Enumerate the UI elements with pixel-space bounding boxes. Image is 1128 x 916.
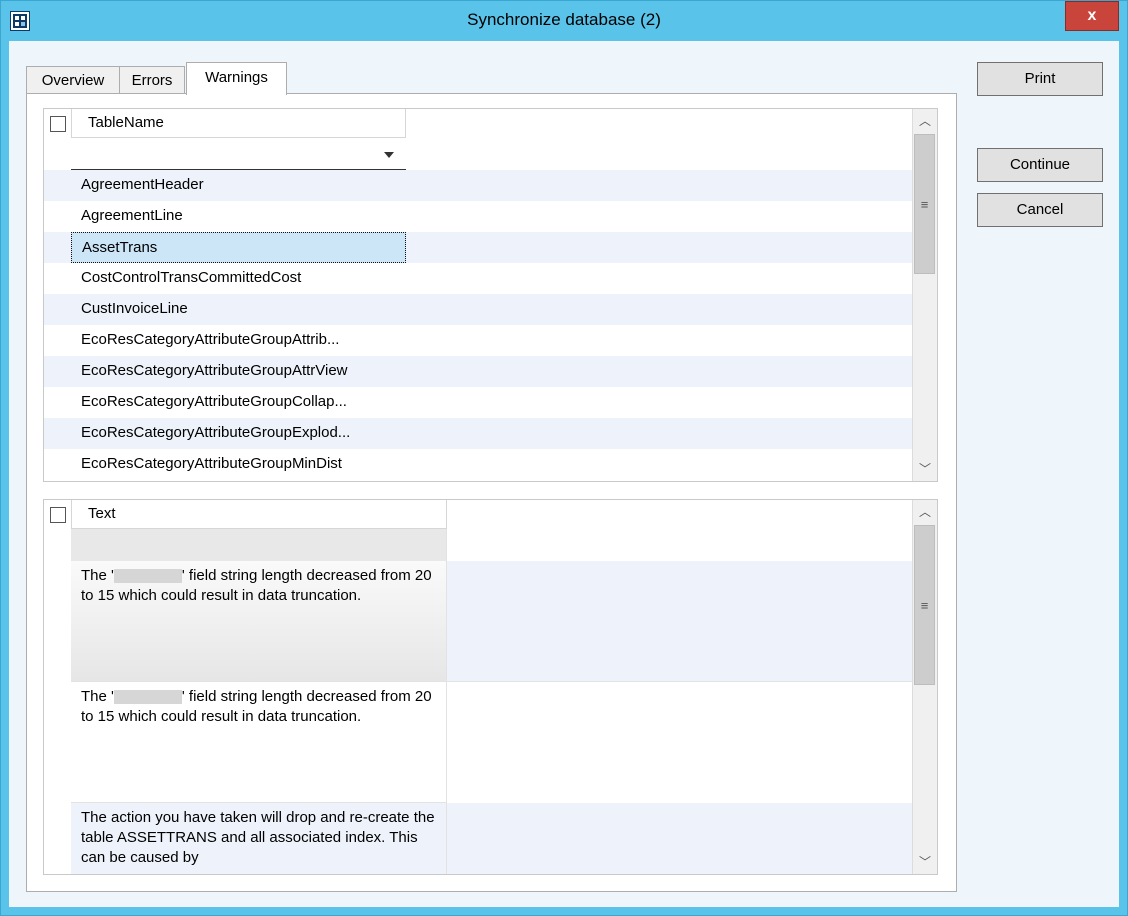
table-row[interactable]: CustInvoiceLine <box>71 294 188 325</box>
redacted-field-name <box>113 569 182 584</box>
redacted-field-name <box>113 690 182 705</box>
table-row-selected[interactable]: AssetTrans <box>71 232 406 263</box>
dropdown-arrow-icon[interactable] <box>384 152 394 158</box>
table-row[interactable]: AgreementLine <box>71 201 183 232</box>
warning-text-cell[interactable]: The ' ' field string length decreased fro… <box>71 682 447 803</box>
warning-text-prefix: The ' <box>81 688 114 705</box>
table-row[interactable]: EcoResCategoryAttributeGroupExplod... <box>71 418 350 449</box>
text-filter-row[interactable] <box>71 529 447 561</box>
warning-text-grid: Text The ' ' field string length decrease… <box>43 499 938 875</box>
table-row[interactable]: EcoResCategoryAttributeGroupMinDist <box>71 449 342 480</box>
chevron-up-icon[interactable]: ︿ <box>913 500 937 524</box>
vertical-scrollbar[interactable]: ︿ ≡ ﹀ <box>912 109 937 481</box>
vertical-scrollbar[interactable]: ︿ ≡ ﹀ <box>912 500 937 874</box>
warning-text-prefix: The ' <box>81 567 114 584</box>
dialog-window: Synchronize database (2) x Overview Erro… <box>0 0 1128 916</box>
tab-errors[interactable]: Errors <box>119 66 185 94</box>
close-button[interactable]: x <box>1065 1 1119 31</box>
scroll-thumb[interactable]: ≡ <box>914 525 935 685</box>
select-all-checkbox[interactable] <box>50 116 66 132</box>
table-row[interactable]: EcoResCategoryAttributeGroupCollap... <box>71 387 347 418</box>
title-bar[interactable]: Synchronize database (2) x <box>1 1 1127 41</box>
table-row[interactable]: EcoResCategoryAttributeGroupAttrib... <box>71 325 339 356</box>
chevron-up-icon[interactable]: ︿ <box>913 109 937 133</box>
column-header-text[interactable]: Text <box>71 500 447 529</box>
select-all-checkbox[interactable] <box>50 507 66 523</box>
tab-warnings[interactable]: Warnings <box>186 62 287 95</box>
table-name-grid: TableName AgreementHeader AgreementLine … <box>43 108 938 482</box>
window-title: Synchronize database (2) <box>467 10 661 29</box>
chevron-down-icon[interactable]: ﹀ <box>913 850 937 874</box>
column-header-tablename[interactable]: TableName <box>71 109 406 138</box>
warning-text-cell-selected[interactable]: The ' ' field string length decreased fro… <box>71 561 447 682</box>
print-button[interactable]: Print <box>977 62 1103 96</box>
chevron-down-icon[interactable]: ﹀ <box>913 457 937 481</box>
table-row[interactable]: CostControlTransCommittedCost <box>71 263 301 294</box>
row-background <box>447 561 912 682</box>
warning-text-cell[interactable]: The action you have taken will drop and … <box>71 803 447 874</box>
warnings-panel: TableName AgreementHeader AgreementLine … <box>26 93 957 892</box>
scroll-thumb[interactable]: ≡ <box>914 134 935 274</box>
cancel-button[interactable]: Cancel <box>977 193 1103 227</box>
dialog-body: Overview Errors Warnings TableName Agree… <box>9 41 1119 907</box>
continue-button[interactable]: Continue <box>977 148 1103 182</box>
tab-overview[interactable]: Overview <box>26 66 120 94</box>
tablename-filter[interactable] <box>71 137 406 170</box>
table-row[interactable]: AgreementHeader <box>71 170 204 201</box>
table-row[interactable]: EcoResCategoryAttributeGroupAttrView <box>71 356 348 387</box>
